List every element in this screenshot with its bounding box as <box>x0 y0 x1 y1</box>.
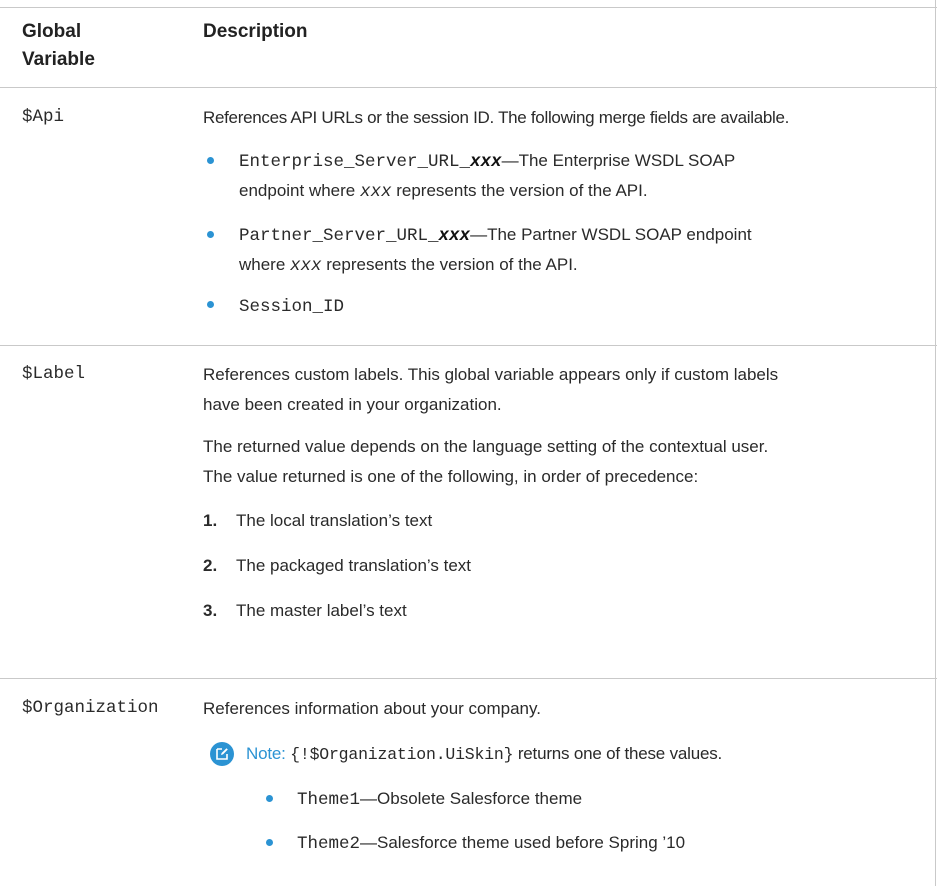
row-rule-label <box>0 678 937 679</box>
variable-organization: $Organization <box>22 698 159 718</box>
api-item-partner-cont: where xxx represents the version of the … <box>239 255 578 276</box>
api-item-enterprise-cont: endpoint where xxx represents the versio… <box>239 181 648 202</box>
note-item-theme2: Theme2—Salesforce theme used before Spri… <box>297 833 686 854</box>
label-list-text: The master label’s text <box>236 601 407 620</box>
bullet-icon <box>266 795 273 802</box>
code-enterprise-url: Enterprise_Server_URL_ <box>239 152 471 172</box>
api-item-enterprise: Enterprise_Server_URL_xxx—The Enterprise… <box>239 151 736 172</box>
organization-note: Note: {!$Organization.UiSkin} returns on… <box>246 739 722 769</box>
api-item-session: Session_ID <box>239 291 344 322</box>
label-list-item: 3. <box>203 596 217 625</box>
label-list-item: 1. <box>203 506 217 535</box>
list-number: 2. <box>203 556 218 575</box>
bullet-icon <box>207 301 214 308</box>
list-number: 3. <box>203 601 218 620</box>
note-item-theme1: Theme1—Obsolete Salesforce theme <box>297 789 583 810</box>
note-label: Note: <box>246 744 286 763</box>
pencil-icon <box>216 748 228 760</box>
header-global-variable: Global Variable <box>22 21 95 70</box>
organization-intro: References information about your compan… <box>203 699 541 718</box>
code-session-id: Session_ID <box>239 297 345 317</box>
edit-note-icon <box>210 742 234 766</box>
label-para2-line1: The returned value depends on the langua… <box>203 437 769 456</box>
header-description: Description <box>203 21 308 42</box>
note-code: {!$Organization.UiSkin} <box>290 745 514 764</box>
label-para1-line2: have been created in your organization. <box>203 395 502 414</box>
label-para1-line1: References custom labels. This global va… <box>203 365 779 384</box>
label-list-text: The local translation’s text <box>236 511 433 530</box>
code-var-xxx: xxx <box>438 226 471 246</box>
bullet-icon <box>207 231 214 238</box>
table-top-rule <box>0 7 937 8</box>
row-rule-api <box>0 345 937 346</box>
label-list-text: The packaged translation’s text <box>236 556 471 575</box>
variable-api: $Api <box>22 107 65 127</box>
note-text: returns one of these values. <box>517 744 723 763</box>
label-para2-line2: The value returned is one of the followi… <box>203 467 699 486</box>
bullet-icon <box>207 157 214 164</box>
bullet-icon <box>266 839 273 846</box>
api-intro: References API URLs or the session ID. T… <box>203 108 790 127</box>
code-partner-url: Partner_Server_URL_ <box>239 226 439 246</box>
label-list-item: 2. <box>203 551 217 580</box>
api-item-partner: Partner_Server_URL_xxx—The Partner WSDL … <box>239 225 752 246</box>
list-number: 1. <box>203 511 218 530</box>
header-rule <box>0 87 937 88</box>
code-var-xxx: xxx <box>470 152 502 172</box>
table-right-rule <box>935 0 936 886</box>
variable-label: $Label <box>22 364 86 384</box>
